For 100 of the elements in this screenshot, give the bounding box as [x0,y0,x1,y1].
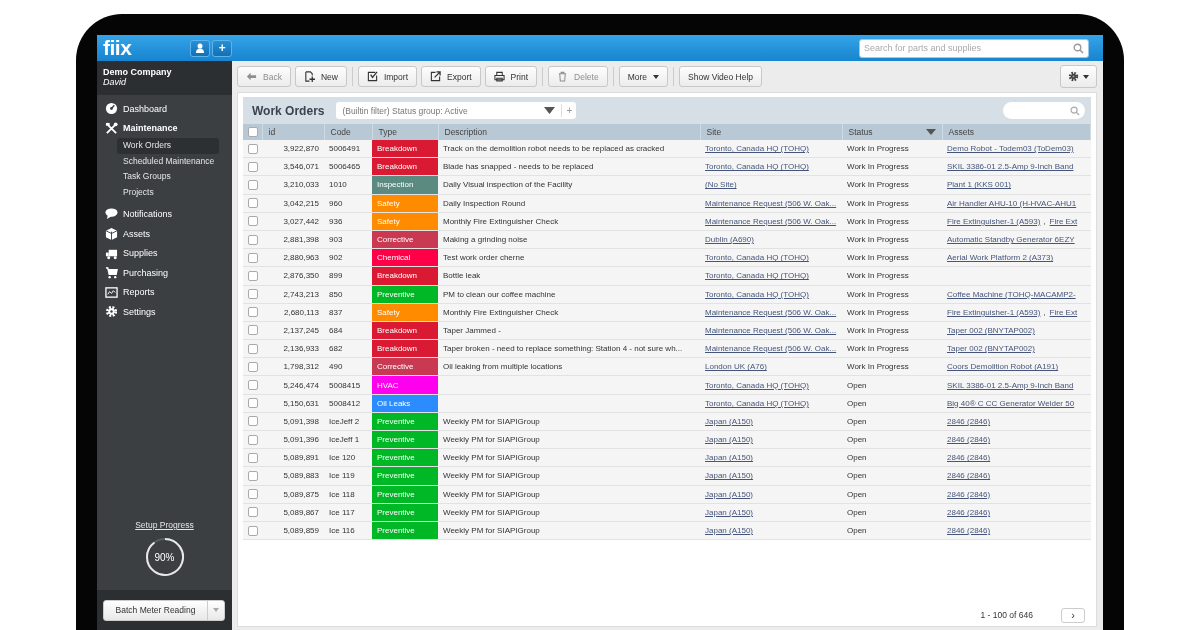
user-icon [195,43,206,53]
row-checkbox[interactable] [248,416,258,427]
pagination-range: 1 - 100 of 646 [980,610,1033,620]
nav-item[interactable]: Reports [97,282,232,303]
row-checkbox[interactable] [248,489,258,500]
cart-icon [105,266,118,280]
next-page-button[interactable]: › [1061,607,1085,623]
panel-title: Work Orders [252,103,325,118]
column-header[interactable]: Site [700,124,842,140]
row-checkbox[interactable] [248,179,258,190]
row-checkbox[interactable] [248,143,258,154]
row-checkbox[interactable] [248,434,258,445]
row-checkbox[interactable] [248,252,258,263]
nav-subitem[interactable]: Task Groups [117,169,219,185]
row-checkbox[interactable] [248,398,258,409]
dropdown-arrow-icon [544,107,556,114]
asset-link[interactable]: 2846 (2846) [947,489,991,499]
asset-link[interactable]: 2846 (2846) [947,416,991,426]
asset-link[interactable]: Fire Ext [1049,216,1078,226]
nav-subitem[interactable]: Work Orders [117,138,219,154]
site-link[interactable]: Dublin (A690) [705,235,754,245]
search-icon [1073,42,1084,54]
column-header[interactable]: Type [372,124,438,140]
asset-link[interactable]: Fire Extinguisher-1 (A593) [947,307,1041,317]
site-link[interactable]: (No Site) [705,180,737,190]
row-checkbox[interactable] [248,198,258,209]
site-link[interactable]: Japan (A150) [705,416,754,426]
table-cell: 3,922,870 [262,140,324,158]
toolbar-button[interactable]: Import [357,66,417,87]
nav-item[interactable]: Dashboard [97,99,232,119]
site-link[interactable]: Japan (A150) [705,507,754,517]
toolbar-button[interactable]: Show Video Help [679,66,763,87]
box-icon [105,227,118,241]
asset-link[interactable]: 2846 (2846) [947,471,991,481]
type-cell: Breakdown [372,140,438,158]
nav-item[interactable]: Assets [97,223,232,244]
tools-icon [105,121,118,135]
nav-item[interactable]: Notifications [97,204,232,224]
nav-item[interactable]: Supplies [97,243,232,263]
new-document-icon [303,71,315,82]
row-checkbox[interactable] [248,216,258,227]
row-checkbox[interactable] [248,325,258,336]
asset-link[interactable]: Fire Extinguisher-1 (A593) [947,216,1041,226]
toolbar-button[interactable]: Export [421,66,481,87]
row-checkbox[interactable] [248,361,258,372]
batch-meter-reading-button[interactable]: Batch Meter Reading [103,599,225,621]
row-checkbox[interactable] [248,234,258,245]
row-checkbox[interactable] [248,470,258,481]
toolbar-button[interactable]: Print [484,66,538,87]
search-field[interactable]: Search for parts and supplies [859,38,1089,58]
caret-icon [213,608,219,612]
separator-text: , [1043,216,1046,226]
settings-icon [1068,71,1079,82]
site-link[interactable]: Japan (A150) [705,526,754,536]
toolbar-button[interactable]: New [294,66,347,87]
table-search-field[interactable] [1003,102,1085,119]
site-link[interactable]: Japan (A150) [705,489,754,499]
dropdown-arrow-icon [925,129,936,135]
column-header[interactable]: Description [438,124,700,140]
nav-item[interactable]: Purchasing [97,262,232,283]
trash-icon [557,71,569,82]
row-checkbox[interactable] [248,270,258,281]
row-checkbox[interactable] [248,307,258,318]
nav-subitem[interactable]: Projects [117,184,219,201]
asset-link[interactable]: 2846 (2846) [947,507,991,517]
arrow-left-icon [246,71,257,82]
user-button[interactable] [190,39,211,57]
setup-progress-link[interactable]: Setup Progress [135,520,194,530]
row-checkbox[interactable] [248,452,258,463]
site-link[interactable]: Japan (A150) [705,453,754,463]
chart-icon [105,285,118,299]
separator-text: , [1043,307,1046,317]
filter-dropdown[interactable]: (Builtin filter) Status group: Active + [336,102,577,119]
nav-item[interactable]: Settings [97,302,232,322]
select-all-checkbox[interactable] [248,127,258,138]
toolbar-button[interactable]: More [618,66,669,87]
site-link[interactable]: Japan (A150) [705,471,754,481]
row-checkbox[interactable] [248,507,258,518]
asset-link[interactable]: Fire Ext [1049,307,1078,317]
row-checkbox[interactable] [248,380,258,391]
row-checkbox[interactable] [248,343,258,354]
settings-icon [105,305,118,319]
asset-link[interactable]: 2846 (2846) [947,526,991,536]
site-link[interactable]: Japan (A150) [705,435,754,445]
column-header[interactable]: id [262,124,324,140]
column-header[interactable]: Code [324,124,372,140]
row-checkbox[interactable] [248,525,258,536]
settings-menu-button[interactable] [1060,65,1097,88]
column-header[interactable]: Assets [942,124,1091,140]
asset-link[interactable]: 2846 (2846) [947,453,991,463]
nav-subitem[interactable]: Scheduled Maintenance [117,153,219,170]
row-checkbox[interactable] [248,289,258,300]
nav-item[interactable]: Maintenance [97,118,232,139]
printer-icon [493,71,505,82]
add-button[interactable]: + [212,39,233,57]
caret-icon [653,74,660,79]
import-icon [366,71,378,82]
row-checkbox[interactable] [248,161,258,172]
asset-link[interactable]: 2846 (2846) [947,435,991,445]
column-header[interactable]: Status [842,124,942,140]
